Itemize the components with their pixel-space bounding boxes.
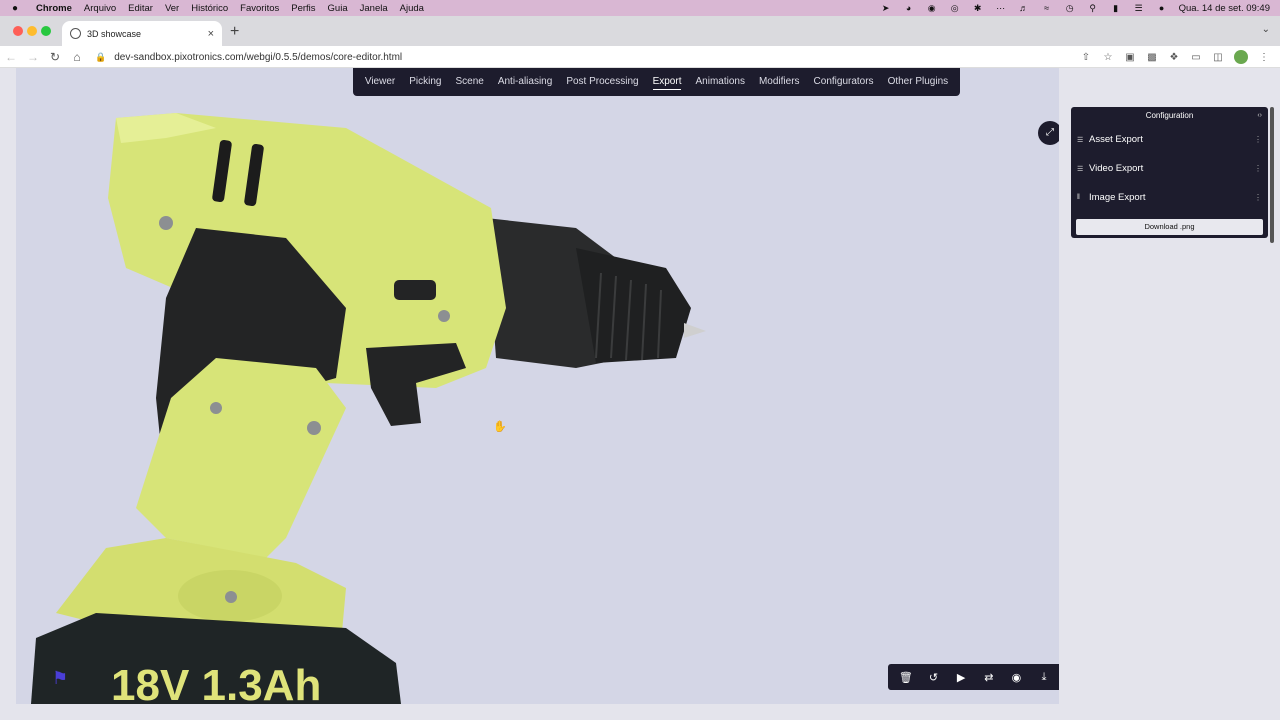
nav-post-processing[interactable]: Post Processing: [559, 68, 645, 96]
wifi-icon[interactable]: ≈: [1041, 3, 1053, 13]
extensions-puzzle-icon[interactable]: ❖: [1168, 52, 1180, 63]
nav-configurators[interactable]: Configurators: [807, 68, 881, 96]
lock-icon[interactable]: 🔒: [95, 52, 106, 63]
config-panel-title: Configuration ‹›: [1071, 107, 1268, 125]
menubar-clock[interactable]: Qua. 14 de set. 09:49: [1179, 3, 1270, 14]
drill-model-render: 18V 1.3Ah: [31, 113, 706, 704]
menu-favoritos[interactable]: Favoritos: [240, 3, 279, 14]
menu-historico[interactable]: Histórico: [191, 3, 228, 14]
download-png-button[interactable]: Download .png: [1076, 219, 1263, 235]
hand-cursor-icon: ✋: [493, 421, 507, 433]
nav-export[interactable]: Export: [646, 68, 689, 96]
volume-icon[interactable]: ♬: [1018, 3, 1030, 13]
section-image-export[interactable]: ‖ Image Export ⋮: [1071, 183, 1268, 212]
browser-toolbar: ← → ↻ ⌂ 🔒 dev-sandbox.pixotronics.com/we…: [0, 46, 1280, 68]
kebab-menu-icon[interactable]: ⋮: [1258, 52, 1270, 63]
browser-tab[interactable]: 3D showcase ×: [62, 21, 222, 46]
nav-animations[interactable]: Animations: [688, 68, 751, 96]
back-arrow-icon[interactable]: ←: [0, 50, 22, 64]
drag-handle-icon[interactable]: ☰: [1077, 165, 1089, 173]
home-icon[interactable]: ⌂: [66, 50, 88, 64]
globe-icon[interactable]: ◎: [949, 3, 961, 14]
apple-menu-icon[interactable]: ●: [12, 3, 28, 14]
status-area: ➤ ◕ ◉ ◎ ✱ ⋯ ♬ ≈ ◷ ⚲ ▮ ☰ ● Qua. 14 de set…: [880, 0, 1270, 16]
config-title-text: Configuration: [1145, 111, 1194, 120]
rotate-reset-icon[interactable]: ↺: [923, 671, 943, 684]
spotlight-search-icon[interactable]: ⚲: [1087, 3, 1099, 14]
control-center-icon[interactable]: ☰: [1133, 3, 1145, 14]
tab-favicon-icon: [70, 28, 81, 39]
menu-ajuda[interactable]: Ajuda: [400, 3, 424, 14]
user-icon[interactable]: ●: [1156, 3, 1168, 13]
share-icon[interactable]: ⇧: [1080, 52, 1092, 63]
reload-icon[interactable]: ↻: [44, 50, 66, 64]
macos-menubar: ● Chrome Arquivo Editar Ver Histórico Fa…: [0, 0, 1280, 16]
tab-search-chevron-icon[interactable]: ⌄: [1262, 24, 1270, 35]
more-options-icon[interactable]: ⋮: [1254, 135, 1262, 144]
url-text[interactable]: dev-sandbox.pixotronics.com/webgi/0.5.5/…: [114, 52, 402, 63]
tab-close-icon[interactable]: ×: [208, 28, 214, 40]
section-asset-export[interactable]: ☰ Asset Export ⋮: [1071, 125, 1268, 154]
screenshot-icon[interactable]: ▣: [1124, 52, 1136, 63]
bookmark-star-icon[interactable]: ☆: [1102, 52, 1114, 63]
more-options-icon[interactable]: ⋮: [1254, 164, 1262, 173]
profile-avatar[interactable]: [1234, 50, 1248, 64]
address-bar[interactable]: 🔒 dev-sandbox.pixotronics.com/webgi/0.5.…: [95, 48, 1075, 66]
clock-history-icon[interactable]: ◷: [1064, 3, 1076, 14]
camera-snapshot-icon[interactable]: ◉: [1006, 671, 1026, 684]
forward-arrow-icon[interactable]: →: [22, 50, 44, 64]
location-icon[interactable]: ➤: [880, 3, 892, 14]
toolbar-actions: ⇧ ☆ ▣ ▩ ❖ ▭ ◫ ⋮: [1080, 46, 1270, 68]
battery-icon[interactable]: ▮: [1110, 3, 1122, 14]
drag-handle-icon[interactable]: ☰: [1077, 136, 1089, 144]
menu-ver[interactable]: Ver: [165, 3, 179, 14]
section-label: Video Export: [1089, 163, 1144, 174]
nav-other-plugins[interactable]: Other Plugins: [881, 68, 956, 96]
play-icon[interactable]: ▶: [951, 671, 971, 684]
expand-handle-icon[interactable]: ‖: [1077, 194, 1089, 201]
nav-scene[interactable]: Scene: [448, 68, 490, 96]
bluetooth-icon[interactable]: ✱: [972, 3, 984, 14]
download-icon[interactable]: ⤓: [1034, 671, 1054, 684]
battery-label-text: 18V 1.3Ah: [111, 661, 321, 704]
menu-guia[interactable]: Guia: [328, 3, 348, 14]
menu-janela[interactable]: Janela: [360, 3, 388, 14]
panel-scrollbar[interactable]: [1270, 107, 1274, 243]
translate-icon[interactable]: ▩: [1146, 52, 1158, 63]
window-close-button[interactable]: [13, 26, 23, 36]
chrome-status-icon[interactable]: ◉: [926, 3, 938, 14]
menu-perfis[interactable]: Perfis: [291, 3, 315, 14]
section-label: Image Export: [1089, 192, 1146, 203]
side-panel-icon[interactable]: ◫: [1212, 52, 1224, 63]
3d-viewport[interactable]: 18V 1.3Ah Viewer Picking Scene Anti-alia…: [16, 68, 1059, 704]
section-video-export[interactable]: ☰ Video Export ⋮: [1071, 154, 1268, 183]
tab-title: 3D showcase: [87, 28, 142, 39]
nav-viewer[interactable]: Viewer: [358, 68, 402, 96]
app-menu-chrome[interactable]: Chrome: [36, 3, 72, 14]
page-content: 18V 1.3Ah Viewer Picking Scene Anti-alia…: [0, 68, 1280, 720]
nav-modifiers[interactable]: Modifiers: [752, 68, 807, 96]
collapse-icon[interactable]: ‹›: [1257, 107, 1262, 125]
nav-anti-aliasing[interactable]: Anti-aliasing: [491, 68, 559, 96]
section-label: Asset Export: [1089, 134, 1143, 145]
window-maximize-button[interactable]: [41, 26, 51, 36]
fullscreen-toggle-icon[interactable]: ⤢: [1038, 121, 1059, 145]
compare-split-icon[interactable]: ⇄: [979, 671, 999, 684]
window-minimize-button[interactable]: [27, 26, 37, 36]
cast-icon[interactable]: ▭: [1190, 52, 1202, 63]
top-navigation: Viewer Picking Scene Anti-aliasing Post …: [353, 68, 960, 96]
configuration-panel: Configuration ‹› ☰ Asset Export ⋮ ☰ Vide…: [1071, 107, 1268, 238]
delete-trash-icon[interactable]: 🗑: [896, 671, 916, 684]
new-tab-button[interactable]: +: [230, 23, 239, 41]
dots-icon[interactable]: ⋯: [995, 3, 1007, 14]
nav-picking[interactable]: Picking: [402, 68, 448, 96]
webgi-logo-icon: ⚑: [52, 668, 69, 688]
tab-strip: 3D showcase × + ⌄: [0, 16, 1280, 46]
screen-record-icon[interactable]: ◕: [903, 3, 915, 13]
menu-arquivo[interactable]: Arquivo: [84, 3, 116, 14]
more-options-icon[interactable]: ⋮: [1254, 193, 1262, 202]
menu-editar[interactable]: Editar: [128, 3, 153, 14]
viewer-bottom-toolbar: 🗑 ↺ ▶ ⇄ ◉ ⤓: [888, 664, 1059, 690]
